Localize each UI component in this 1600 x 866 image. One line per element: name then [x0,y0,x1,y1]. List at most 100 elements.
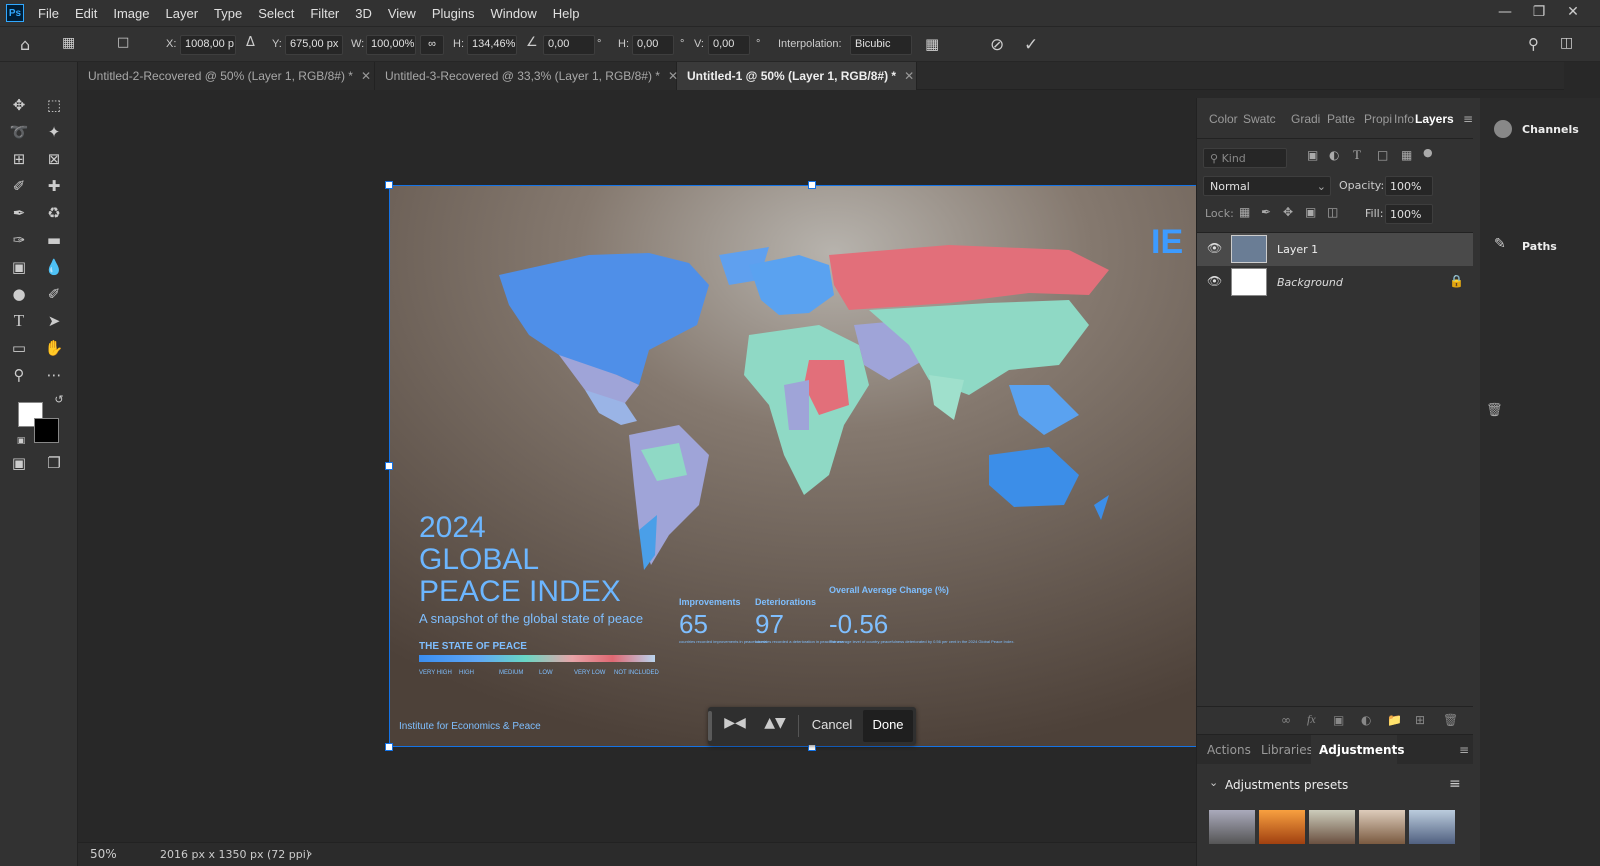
tab-untitled-1[interactable]: Untitled-1 @ 50% (Layer 1, RGB/8#) * ✕ [677,62,917,90]
cancel-transform-icon[interactable]: ⊘ [990,35,1004,55]
list-view-icon[interactable]: ≡ [1449,776,1461,792]
default-colors-icon[interactable]: ▣ [10,430,32,452]
angle-field[interactable]: 0,00 [543,35,595,55]
tab-gradients[interactable]: Gradi [1291,112,1320,126]
pen-tool-icon[interactable]: ✐ [43,283,65,305]
lasso-tool-icon[interactable]: ➰ [8,121,30,143]
link-layers-icon[interactable]: ∞ [1281,713,1291,727]
close-window-button[interactable]: ✕ [1556,0,1590,24]
background-color-swatch[interactable] [34,418,59,443]
gradient-tool-icon[interactable]: ▣ [8,256,30,278]
delta-icon[interactable]: Δ [246,35,255,50]
transform-handle-top[interactable] [808,181,816,189]
layer-name[interactable]: Layer 1 [1277,243,1318,256]
restore-button[interactable]: ❐ [1522,0,1556,24]
layer-row-background[interactable]: 👁 Background 🔒 [1197,266,1473,299]
more-tools-icon[interactable]: ⋯ [43,364,65,386]
channels-icon[interactable] [1494,120,1512,138]
opacity-field[interactable]: 100% [1385,176,1433,196]
panel-menu-icon[interactable]: ≡ [1463,112,1473,126]
transform-handle-bottom-left[interactable] [385,743,393,751]
marquee-tool-icon[interactable]: ⬚ [43,94,65,116]
flip-vertical-icon[interactable]: ▲▼ [760,715,790,737]
lock-position-icon[interactable]: ✥ [1283,205,1293,219]
menu-type[interactable]: Type [206,6,250,21]
brush-tool-icon[interactable]: ✒ [8,202,30,224]
workspace-icon[interactable]: ◫ [1560,35,1573,51]
warp-icon[interactable]: ▦ [925,35,939,53]
visibility-eye-icon[interactable]: 👁 [1207,274,1222,288]
paths-label[interactable]: Paths [1522,240,1557,253]
layer-filter-select[interactable]: ⚲ Kind [1203,148,1287,168]
filter-shape-icon[interactable]: □ [1377,148,1388,162]
channels-label[interactable]: Channels [1522,123,1579,136]
panel-menu-icon[interactable]: ≡ [1459,743,1469,757]
menu-view[interactable]: View [380,6,424,21]
hand-tool-icon[interactable]: ✋ [43,337,65,359]
link-icon[interactable]: ∞ [420,35,444,55]
filter-type-icon[interactable]: T [1353,147,1361,163]
menu-layer[interactable]: Layer [158,6,207,21]
preset-thumbnail[interactable] [1309,810,1355,844]
blur-tool-icon[interactable]: 💧 [43,256,65,278]
trash-icon[interactable]: 🗑 [1443,713,1458,727]
rectangle-tool-icon[interactable]: ▭ [8,337,30,359]
menu-select[interactable]: Select [250,6,302,21]
tab-patterns[interactable]: Patte [1327,112,1355,126]
preset-thumbnail[interactable] [1259,810,1305,844]
flip-horizontal-icon[interactable]: ▶◀ [720,715,750,737]
home-icon[interactable]: ⌂ [20,35,30,54]
history-brush-tool-icon[interactable]: ✑ [8,229,30,251]
transform-tool-icon[interactable]: ▦ [62,35,75,51]
transform-handle-top-left[interactable] [385,181,393,189]
crop-tool-icon[interactable]: ⊞ [8,148,30,170]
menu-filter[interactable]: Filter [302,6,347,21]
close-tab-icon[interactable]: ✕ [361,69,371,83]
document-info[interactable]: 2016 px x 1350 px (72 ppi) [160,848,310,861]
menu-window[interactable]: Window [482,6,544,21]
type-tool-icon[interactable]: T [8,310,30,332]
reference-point-icon[interactable]: □ [117,35,129,50]
menu-3d[interactable]: 3D [347,6,380,21]
tab-actions[interactable]: Actions [1207,743,1251,757]
close-tab-icon[interactable]: ✕ [904,69,914,83]
preset-thumbnail[interactable] [1409,810,1455,844]
filter-smart-object-icon[interactable]: ▦ [1401,148,1412,162]
tab-untitled-3[interactable]: Untitled-3-Recovered @ 33,3% (Layer 1, R… [375,62,678,90]
blend-mode-select[interactable]: Normal ⌄ [1203,176,1331,196]
healing-brush-tool-icon[interactable]: ✚ [43,175,65,197]
tab-libraries[interactable]: Libraries [1261,743,1313,757]
filter-pixel-icon[interactable]: ▣ [1307,148,1318,162]
paths-icon[interactable]: ✎ [1494,236,1506,252]
dodge-tool-icon[interactable]: ● [8,283,30,305]
drag-handle[interactable] [708,711,712,741]
lock-artboard-icon[interactable]: ▣ [1305,205,1316,219]
move-tool-icon[interactable]: ✥ [8,94,30,116]
fill-field[interactable]: 100% [1385,204,1433,224]
preset-thumbnail[interactable] [1209,810,1255,844]
eyedropper-tool-icon[interactable]: ✐ [8,175,30,197]
vskew-field[interactable]: 0,00 [708,35,750,55]
tab-layers[interactable]: Layers [1415,112,1454,126]
magic-wand-tool-icon[interactable]: ✦ [43,121,65,143]
filter-adjustment-icon[interactable]: ◐ [1329,148,1339,162]
transform-handle-left[interactable] [385,462,393,470]
lock-transparency-icon[interactable]: ▦ [1239,205,1250,219]
zoom-tool-icon[interactable]: ⚲ [8,364,30,386]
layer-row-layer-1[interactable]: 👁 Layer 1 [1197,233,1473,266]
path-selection-tool-icon[interactable]: ➤ [43,310,65,332]
adjustment-layer-icon[interactable]: ◐ [1361,713,1371,727]
cancel-button[interactable]: Cancel [808,717,856,732]
folder-icon[interactable]: 📁 [1387,713,1402,727]
preset-thumbnail[interactable] [1359,810,1405,844]
filter-toggle-icon[interactable]: ● [1423,146,1433,159]
lock-all-icon[interactable]: ◫ [1327,205,1338,219]
new-layer-icon[interactable]: ⊞ [1415,713,1425,727]
fx-icon[interactable]: fx [1307,712,1316,727]
search-icon[interactable]: ⚲ [1528,35,1539,53]
trash-icon[interactable]: 🗑 [1486,403,1503,418]
add-mask-icon[interactable]: ▣ [1333,713,1344,727]
hskew-field[interactable]: 0,00 [632,35,674,55]
menu-plugins[interactable]: Plugins [424,6,483,21]
menu-help[interactable]: Help [545,6,588,21]
